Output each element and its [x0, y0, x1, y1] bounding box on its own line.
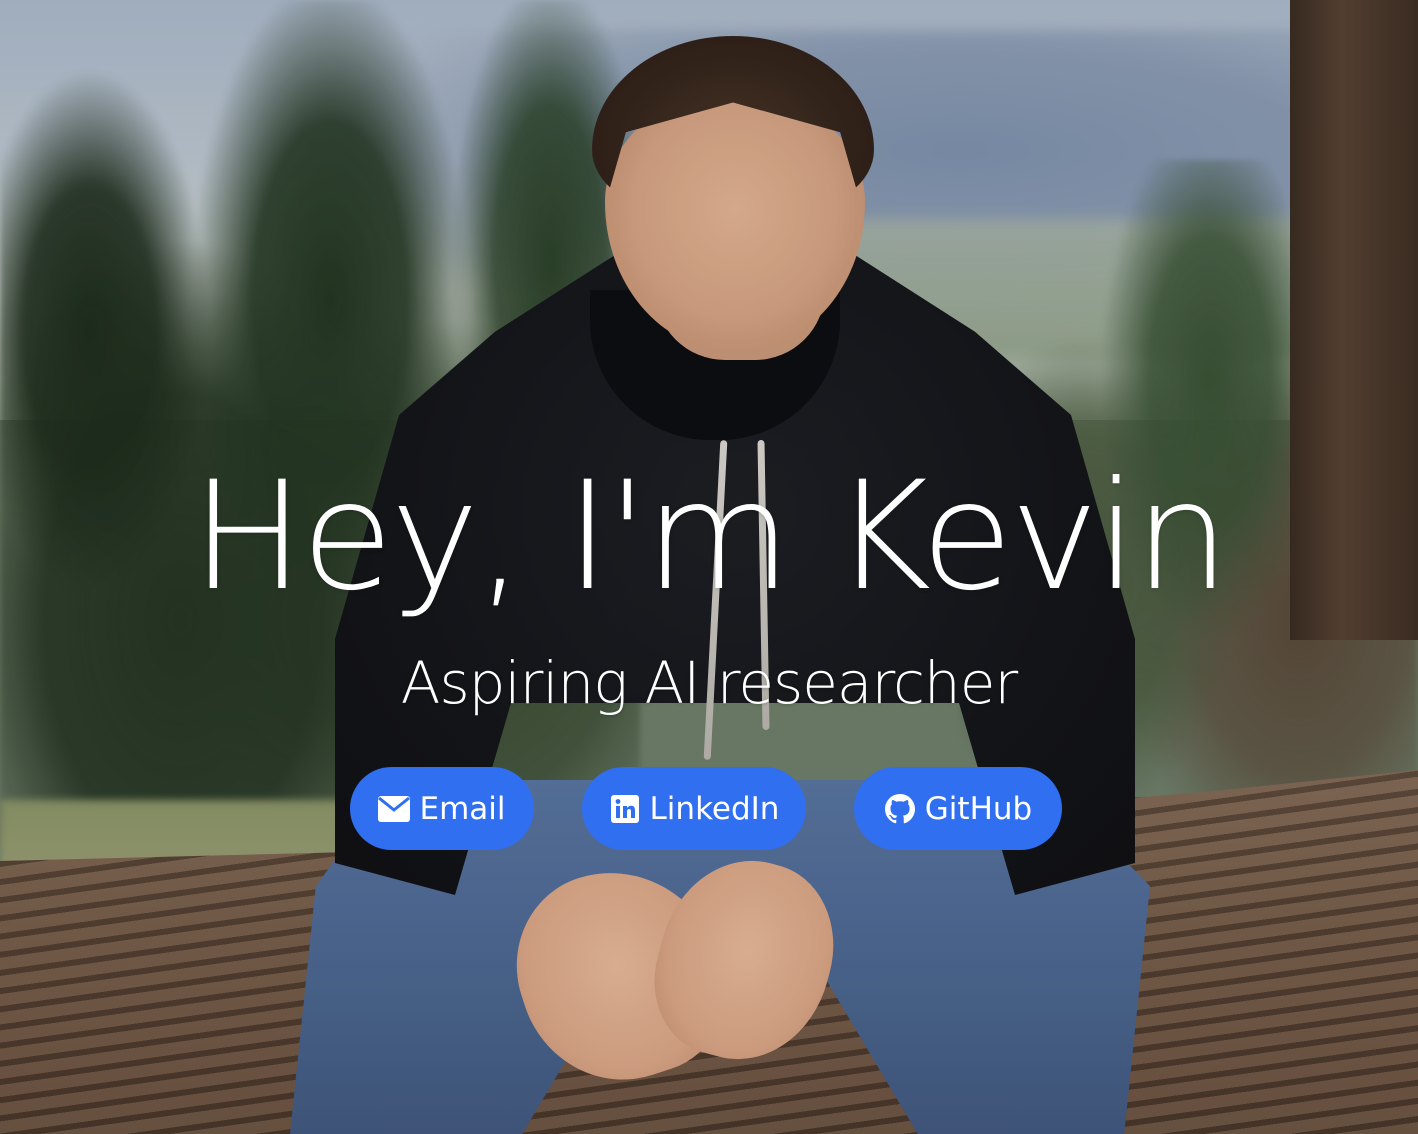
linkedin-button-label: LinkedIn	[649, 790, 780, 827]
hero-content: Hey, I'm Kevin Aspiring AI researcher Em…	[0, 0, 1418, 1134]
linkedin-button[interactable]: LinkedIn	[582, 767, 806, 850]
github-button-label: GitHub	[924, 790, 1033, 827]
github-icon	[884, 793, 916, 825]
hero-section: Hey, I'm Kevin Aspiring AI researcher Em…	[0, 0, 1418, 1134]
hero-subtitle: Aspiring AI researcher	[400, 649, 1018, 717]
email-button[interactable]: Email	[350, 767, 534, 850]
hero-title: Hey, I'm Kevin	[191, 450, 1229, 624]
envelope-icon	[378, 793, 411, 825]
email-button-label: Email	[419, 790, 506, 827]
linkedin-icon	[609, 793, 641, 825]
github-button[interactable]: GitHub	[854, 767, 1062, 850]
